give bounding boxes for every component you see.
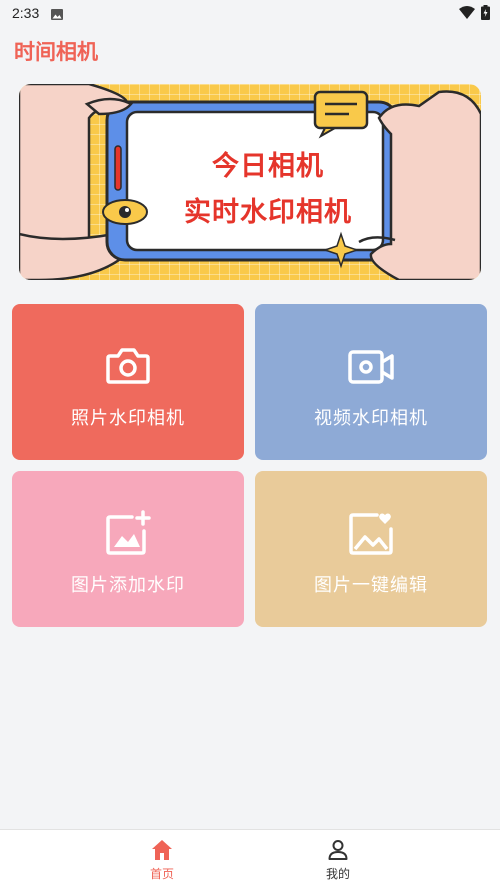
photo-watermark-camera-tile[interactable]: 照片水印相机: [12, 304, 244, 460]
wifi-icon: [459, 5, 475, 24]
page-title: 时间相机: [14, 40, 98, 64]
promo-banner[interactable]: 今日相机 实时水印相机: [19, 84, 481, 280]
home-icon: [150, 838, 174, 862]
video-watermark-camera-tile[interactable]: 视频水印相机: [255, 304, 487, 460]
image-notification-icon: [51, 8, 64, 20]
status-time: 2:33: [12, 5, 40, 21]
nav-label-mine: 我的: [325, 867, 350, 881]
banner-subheadline: 实时水印相机: [184, 197, 352, 228]
tile-label: 图片一键编辑: [314, 575, 428, 596]
image-heart-icon: [347, 509, 395, 557]
image-add-icon: [104, 509, 152, 557]
camera-icon: [104, 342, 152, 390]
status-bar: 2:33: [0, 0, 500, 26]
nav-label-home: 首页: [149, 867, 174, 881]
video-camera-icon: [347, 342, 395, 390]
image-add-watermark-tile[interactable]: 图片添加水印: [12, 471, 244, 627]
nav-item-mine[interactable]: 我的: [288, 838, 388, 882]
tile-label: 照片水印相机: [71, 408, 185, 429]
nav-item-home[interactable]: 首页: [112, 838, 212, 882]
tile-label: 视频水印相机: [314, 408, 428, 429]
user-icon: [326, 838, 350, 862]
battery-icon: [481, 5, 490, 24]
tile-label: 图片添加水印: [71, 575, 185, 596]
bottom-nav: 首页 我的: [0, 829, 500, 888]
banner-headline: 今日相机: [212, 151, 324, 182]
image-edit-tile[interactable]: 图片一键编辑: [255, 471, 487, 627]
